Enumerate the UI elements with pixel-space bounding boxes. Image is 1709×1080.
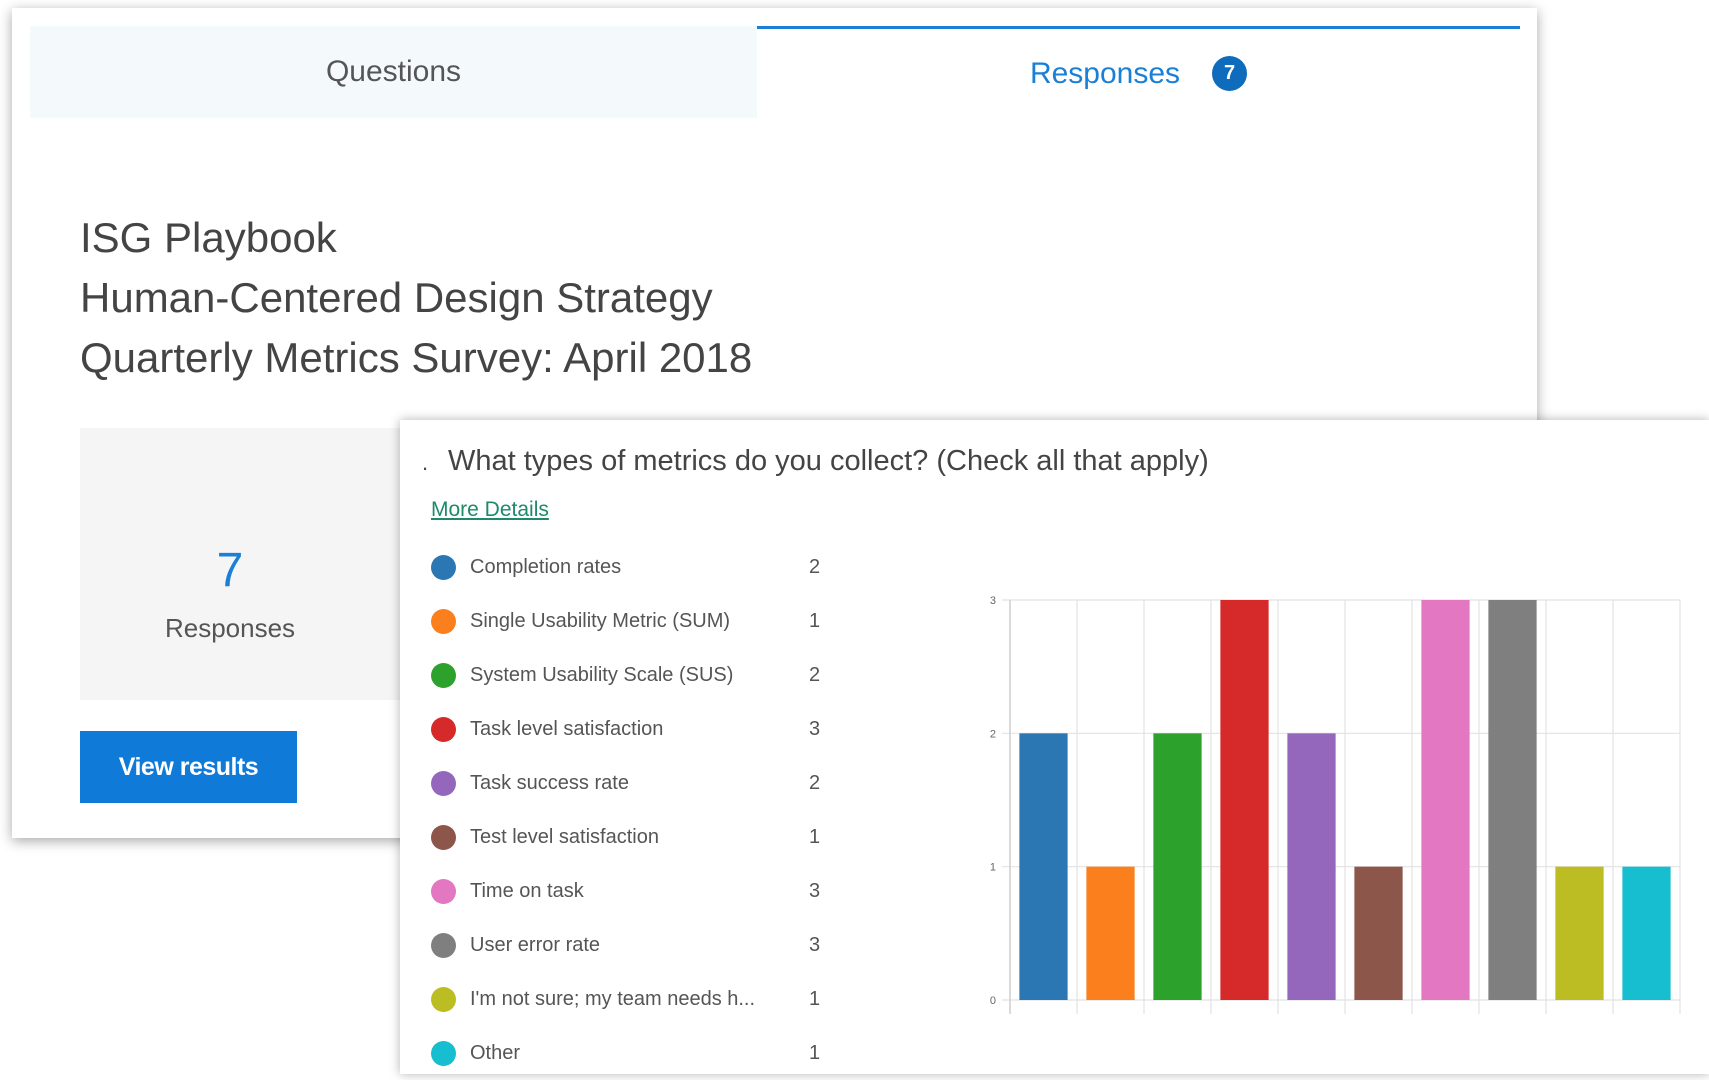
legend-item[interactable]: Completion rates 2: [431, 540, 831, 594]
responses-count-label: Responses: [164, 613, 296, 643]
survey-title-line-1: ISG Playbook: [80, 214, 337, 261]
legend-count: 1: [809, 825, 821, 848]
legend-color-dot: [431, 608, 456, 634]
chart-bar: [1086, 866, 1135, 1000]
tab-questions-label: Questions: [325, 55, 462, 88]
legend-count: 1: [809, 609, 821, 632]
chart-bar: [1153, 733, 1202, 1000]
legend-item[interactable]: I'm not sure; my team needs h... 1: [431, 972, 831, 1026]
legend-color-dot: [431, 986, 456, 1012]
responses-count: 7: [216, 544, 244, 597]
legend-color-dot: [431, 770, 456, 796]
chart-y-tick-label: 2: [990, 728, 996, 740]
legend-label: User error rate: [470, 933, 601, 956]
answer-legend: Completion rates 2 Single Usability Metric…: [431, 540, 831, 1080]
responses-count-badge: 7: [1212, 56, 1248, 91]
chart-bar: [1220, 600, 1269, 1000]
tab-bar: Questions Responses 7: [30, 26, 1520, 118]
legend-count: 1: [809, 1041, 821, 1064]
legend-color-dot: [431, 932, 456, 958]
legend-color-dot: [431, 662, 456, 688]
more-details-link[interactable]: More Details: [431, 498, 549, 522]
survey-title: ISG Playbook Human-Centered Design Strat…: [80, 208, 752, 388]
chart-bar: [1488, 600, 1537, 1000]
chart-bar: [1555, 866, 1604, 1000]
legend-count: 3: [809, 879, 821, 902]
legend-item[interactable]: Test level satisfaction 1: [431, 810, 831, 864]
legend-label: Single Usability Metric (SUM): [470, 609, 731, 632]
legend-count: 3: [809, 717, 821, 740]
view-results-button[interactable]: View results: [80, 731, 297, 803]
legend-color-dot: [431, 554, 456, 580]
legend-item[interactable]: Other 1: [431, 1026, 831, 1080]
survey-title-line-2: Human-Centered Design Strategy: [80, 274, 713, 321]
chart-bar: [1287, 733, 1336, 1000]
question-number-mark: .: [422, 450, 429, 475]
legend-count: 2: [809, 771, 821, 794]
legend-color-dot: [431, 824, 456, 850]
chart-bar: [1622, 866, 1671, 1000]
legend-label: I'm not sure; my team needs h...: [470, 987, 756, 1010]
tab-responses[interactable]: Responses 7: [757, 26, 1520, 118]
legend-label: Other: [470, 1041, 521, 1064]
legend-label: Test level satisfaction: [470, 825, 659, 848]
legend-label: Time on task: [470, 879, 584, 902]
legend-item[interactable]: Task level satisfaction 3: [431, 702, 831, 756]
responses-bar-chart: 0 1 2 3: [990, 595, 1681, 1014]
chart-bar: [1421, 600, 1470, 1000]
chart-y-tick-label: 1: [990, 862, 996, 874]
chart-bar: [1019, 733, 1068, 1000]
legend-color-dot: [431, 878, 456, 904]
legend-item[interactable]: Task success rate 2: [431, 756, 831, 810]
legend-item[interactable]: User error rate 3: [431, 918, 831, 972]
legend-label: Task success rate: [470, 771, 629, 794]
legend-label: System Usability Scale (SUS): [470, 663, 734, 686]
question-title: What types of metrics do you collect? (C…: [448, 445, 1209, 477]
tab-responses-label: Responses: [1029, 56, 1181, 90]
chart-y-tick-label: 3: [990, 595, 996, 607]
chart-y-tick-label: 0: [990, 995, 996, 1007]
legend-color-dot: [431, 1040, 456, 1066]
legend-count: 1: [809, 987, 821, 1010]
chart-bar: [1354, 866, 1403, 1000]
legend-item[interactable]: Time on task 3: [431, 864, 831, 918]
question-results-card: . What types of metrics do you collect? …: [400, 420, 1709, 1074]
legend-item[interactable]: Single Usability Metric (SUM) 1: [431, 594, 831, 648]
legend-item[interactable]: System Usability Scale (SUS) 2: [431, 648, 831, 702]
legend-count: 2: [809, 663, 821, 686]
tab-questions[interactable]: Questions: [30, 26, 757, 118]
legend-label: Completion rates: [470, 555, 622, 578]
legend-count: 3: [809, 933, 821, 956]
legend-color-dot: [431, 716, 456, 742]
survey-title-line-3: Quarterly Metrics Survey: April 2018: [80, 334, 753, 381]
legend-label: Task level satisfaction: [470, 717, 664, 740]
legend-count: 2: [809, 555, 821, 578]
